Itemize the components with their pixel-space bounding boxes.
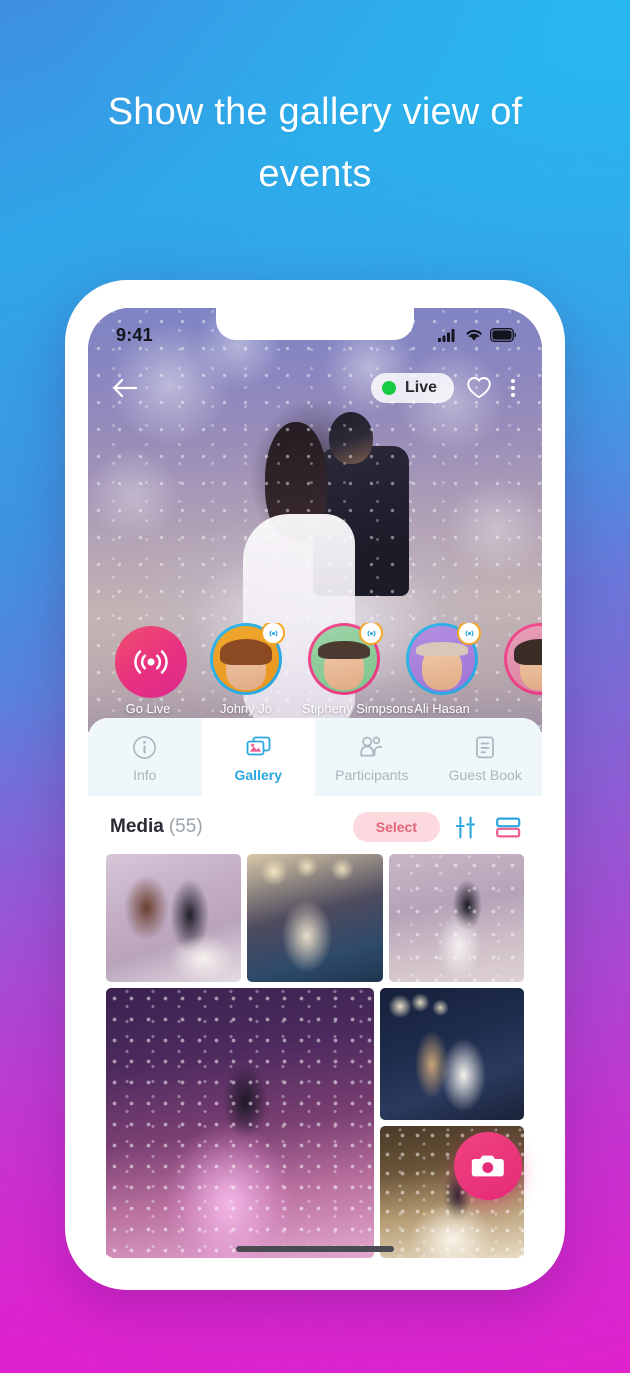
back-button[interactable] — [110, 373, 140, 403]
gallery-row — [106, 988, 524, 1258]
story-item[interactable]: Stipheny Simpsons — [302, 623, 414, 716]
first-dance-with-confetti-image — [388, 854, 524, 982]
bride-and-groom-cutting-cake-image — [106, 854, 242, 982]
layout-toggle-button[interactable] — [495, 815, 522, 840]
sliders-filter-icon — [455, 816, 476, 838]
story-ring — [406, 623, 481, 695]
heart-icon — [467, 377, 491, 399]
favorite-button[interactable] — [466, 376, 492, 400]
live-label: Live — [404, 379, 437, 396]
status-time: 9:41 — [116, 324, 153, 345]
media-header: Media (55) Select — [88, 796, 542, 854]
story-live-badge — [261, 623, 285, 645]
camera-icon — [471, 1155, 504, 1177]
live-status-badge[interactable]: Live — [370, 373, 454, 403]
gallery-photo[interactable] — [388, 854, 524, 982]
story-name: Ali Hasan — [414, 701, 470, 716]
go-live-button[interactable]: Go Live — [106, 623, 190, 716]
layout-rows-icon — [496, 816, 521, 838]
go-live-ring — [112, 623, 187, 698]
gallery-photo[interactable] — [380, 988, 524, 1120]
bride-dancing-in-confetti-shower-image — [106, 988, 374, 1258]
story-ring — [210, 623, 285, 695]
section-tab-bar: Info Gallery Participants Guest Book — [88, 718, 542, 796]
live-hero-section: 9:41 Live Go Live Johny Jo Stipheny Simp… — [88, 308, 542, 732]
more-options-button[interactable] — [504, 379, 522, 397]
filter-button[interactable] — [455, 815, 480, 840]
back-arrow-icon — [113, 378, 138, 398]
go-live-circle — [115, 626, 187, 698]
home-indicator[interactable] — [236, 1246, 394, 1252]
battery-icon — [490, 328, 516, 342]
hero-action-bar: Live — [88, 368, 542, 408]
participants-icon — [358, 734, 385, 760]
media-gallery-grid — [88, 854, 542, 1258]
tab-label: Gallery — [234, 767, 282, 783]
gallery-photos-icon — [245, 734, 272, 760]
story-name: Stipheny Simpsons — [302, 701, 414, 716]
go-live-label: Go Live — [125, 701, 171, 716]
tab-label: Participants — [335, 767, 409, 783]
tab-gallery[interactable]: Gallery — [201, 718, 315, 796]
media-count: (55) — [168, 816, 203, 837]
gallery-row — [106, 854, 524, 982]
story-item[interactable]: Ali Hasan — [400, 623, 484, 716]
story-ring — [308, 623, 383, 695]
info-circle-icon — [132, 734, 157, 760]
gallery-photo[interactable] — [247, 854, 383, 982]
tab-participants[interactable]: Participants — [315, 718, 429, 796]
phone-mockup: 9:41 Live Go Live Johny Jo Stipheny Simp… — [65, 280, 565, 1290]
select-button[interactable]: Select — [352, 812, 440, 842]
guest-book-icon — [473, 734, 497, 760]
phone-notch — [216, 308, 414, 340]
page-title: Show the gallery view of events — [107, 91, 523, 195]
status-icons — [438, 320, 516, 342]
story-name: Johny Jo — [219, 701, 273, 716]
story-item[interactable] — [498, 623, 542, 701]
wifi-icon — [466, 329, 482, 341]
gallery-photo[interactable] — [106, 854, 242, 982]
tab-info[interactable]: Info — [88, 718, 202, 796]
broadcast-icon — [268, 630, 278, 636]
broadcast-icon — [366, 630, 376, 636]
tab-label: Info — [133, 767, 157, 783]
media-tools: Select — [352, 812, 522, 842]
gallery-photo-large[interactable] — [106, 988, 374, 1258]
cellular-signal-icon — [438, 329, 455, 342]
couple-dancing-city-night-image — [380, 988, 524, 1120]
broadcast-icon — [134, 650, 168, 674]
more-vertical-icon — [511, 379, 515, 383]
camera-capture-button[interactable] — [454, 1132, 522, 1200]
media-title: Media — [110, 816, 164, 837]
story-ring — [504, 623, 542, 695]
guests-dancing-reception-image — [247, 854, 383, 982]
story-live-badge — [359, 623, 383, 645]
phone-screen: 9:41 Live Go Live Johny Jo Stipheny Simp… — [88, 308, 542, 1262]
tab-label: Guest Book — [448, 767, 522, 783]
broadcast-icon — [464, 630, 474, 636]
avatar — [507, 626, 542, 692]
live-stories-row[interactable]: Go Live Johny Jo Stipheny Simpsons Ali H… — [88, 623, 542, 716]
story-live-badge — [457, 623, 481, 645]
tab-guest-book[interactable]: Guest Book — [428, 718, 542, 796]
promo-stage: Show the gallery view of events 9:41 Liv… — [0, 0, 630, 1373]
story-item[interactable]: Johny Jo — [204, 623, 288, 716]
live-indicator-dot — [381, 381, 396, 395]
